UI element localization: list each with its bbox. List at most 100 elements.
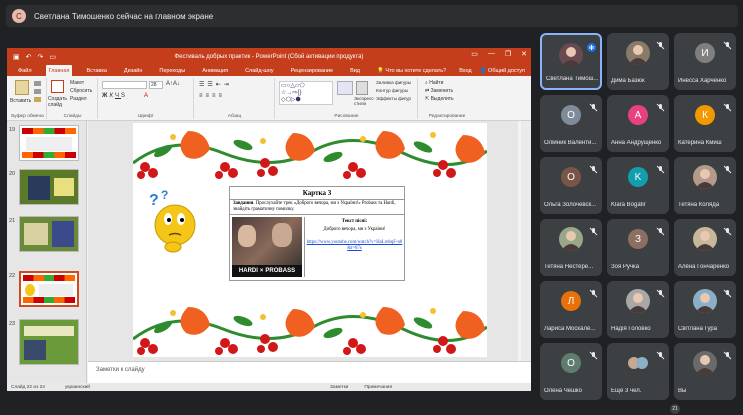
- thumb-number: 19: [9, 127, 16, 133]
- minimize-icon[interactable]: —: [488, 50, 495, 58]
- shape-outline-button[interactable]: Контур фигуры: [376, 88, 408, 93]
- participant-tile[interactable]: О Олена Чешко: [540, 343, 602, 400]
- participant-name: Олійник Валенти...: [544, 140, 597, 146]
- list-buttons-icon[interactable]: ☰☰⇤⇥: [199, 81, 232, 88]
- save-icon[interactable]: ▣: [13, 53, 20, 61]
- close-icon[interactable]: ✕: [521, 50, 527, 58]
- layout-button[interactable]: Макет: [70, 80, 84, 86]
- slide-thumbnail-selected[interactable]: [19, 271, 79, 307]
- participant-avatar: О: [561, 105, 581, 125]
- new-slide-icon[interactable]: [51, 80, 64, 93]
- participant-name: Дима Базюк: [611, 78, 645, 84]
- tab-design[interactable]: Дизайн: [121, 67, 146, 75]
- participant-name: Лариса Москале...: [544, 326, 596, 332]
- replace-button[interactable]: ⇄ Заменить: [425, 88, 453, 94]
- tab-view[interactable]: Вид: [347, 67, 363, 75]
- shape-fill-button[interactable]: Заливка фигуры: [376, 80, 411, 85]
- express-styles-button[interactable]: Экспресс-стили: [354, 96, 375, 106]
- mic-off-icon: [589, 161, 598, 174]
- font-color-icon[interactable]: A: [144, 93, 148, 99]
- participant-tile[interactable]: З Зоя Ручка: [607, 219, 669, 276]
- slide-scrollbar[interactable]: [521, 121, 531, 361]
- video-thumbnail[interactable]: HARDI × PROBASS: [232, 217, 302, 277]
- paste-button[interactable]: Вставить: [10, 98, 31, 104]
- cut-icon[interactable]: [34, 81, 41, 86]
- participant-tile[interactable]: Надія Головко: [607, 281, 669, 338]
- status-bar: Слайд 22 из 24 украинский Заметки Примеч…: [7, 383, 531, 391]
- participant-tile[interactable]: K Klara Bogatir: [607, 157, 669, 214]
- maximize-icon[interactable]: ❐: [505, 50, 511, 58]
- participant-tile[interactable]: Тетяна Нестере...: [540, 219, 602, 276]
- participant-tile[interactable]: И Инесса Харченко: [674, 33, 736, 90]
- participant-name: Олена Чешко: [544, 388, 582, 394]
- format-painter-icon[interactable]: [34, 97, 41, 102]
- slide-thumbnail[interactable]: [19, 319, 79, 365]
- ppt-ribbon-tabs: Файл Главная Вставка Дизайн Переходы Ани…: [7, 65, 531, 76]
- slide-thumbnail[interactable]: [19, 169, 79, 205]
- card-title: Картка 3: [302, 189, 332, 197]
- shape-effects-button[interactable]: Эффекты фигур: [376, 96, 411, 101]
- copy-icon[interactable]: [34, 89, 41, 94]
- participant-tile[interactable]: Тетяна Коляда: [674, 157, 736, 214]
- tab-home[interactable]: Главная: [45, 65, 73, 76]
- mic-off-icon: [656, 347, 665, 360]
- tab-insert[interactable]: Вставка: [83, 67, 109, 75]
- font-grow-icon[interactable]: A↑A↓: [166, 81, 180, 87]
- participant-name: Инесса Харченко: [678, 78, 727, 84]
- new-slide-button[interactable]: Создать слайд: [48, 96, 70, 108]
- participant-photo: [559, 43, 583, 67]
- reset-button[interactable]: Сбросить: [70, 88, 92, 94]
- person-icon: 👤: [479, 67, 487, 74]
- participant-name: Ещё 3 чел.: [611, 388, 642, 394]
- font-name-select[interactable]: [102, 81, 147, 89]
- align-buttons-icon[interactable]: ≡≡≡≡: [199, 93, 225, 99]
- slide-thumbnail[interactable]: [19, 125, 79, 161]
- participant-tile[interactable]: Л Лариса Москале...: [540, 281, 602, 338]
- video-caption-probass: PROBASS: [265, 268, 296, 274]
- svg-text:?: ?: [161, 188, 168, 202]
- share-button[interactable]: 👤 Общий доступ: [480, 68, 525, 74]
- thumb-number: 23: [9, 321, 16, 327]
- arrange-icon[interactable]: [337, 81, 353, 95]
- sign-in-link[interactable]: Вход: [459, 68, 471, 74]
- participant-tile[interactable]: О Олійник Валенти...: [540, 95, 602, 152]
- participant-tile[interactable]: Светлана Тимош...: [540, 33, 602, 90]
- slide-counter: Слайд 22 из 24: [11, 384, 45, 390]
- select-button[interactable]: ⇱ Выделить: [425, 96, 454, 102]
- language-indicator[interactable]: украинский: [65, 385, 90, 390]
- participant-avatar: З: [628, 229, 648, 249]
- notes-pane[interactable]: Заметки к слайду: [88, 361, 531, 383]
- participant-tile[interactable]: Дима Базюк: [607, 33, 669, 90]
- redo-icon[interactable]: ↷: [38, 53, 44, 61]
- tell-me-search[interactable]: 💡 Что вы хотите сделать?: [374, 67, 449, 75]
- slide-thumbnail[interactable]: [19, 216, 79, 252]
- participant-tile[interactable]: Ещё 3 чел.: [607, 343, 669, 400]
- comments-button[interactable]: Примечания: [364, 385, 392, 390]
- tab-slideshow[interactable]: Слайд-шоу: [242, 67, 277, 75]
- participant-tile[interactable]: Алёна Гончаренко: [674, 219, 736, 276]
- participant-tile[interactable]: О Ольга Золочевск...: [540, 157, 602, 214]
- participant-tile[interactable]: А Анна Андрущенко: [607, 95, 669, 152]
- notes-button[interactable]: Заметки: [330, 385, 348, 390]
- tab-animation[interactable]: Анимация: [199, 67, 231, 75]
- participant-tile[interactable]: Світлана Гура: [674, 281, 736, 338]
- font-format-buttons[interactable]: ЖКЧS: [102, 93, 127, 99]
- slide-canvas: ? ? Картка 3 Завдання. Прослухайте трек …: [88, 121, 518, 361]
- undo-icon[interactable]: ↶: [26, 53, 32, 61]
- tab-file[interactable]: Файл: [15, 67, 35, 75]
- paste-icon[interactable]: [15, 80, 29, 95]
- current-slide[interactable]: ? ? Картка 3 Завдання. Прослухайте трек …: [133, 123, 487, 357]
- slideshow-icon[interactable]: ▭: [49, 53, 56, 61]
- ribbon-display-icon[interactable]: ▭: [471, 50, 478, 58]
- shapes-gallery[interactable]: ▭○△▱⬠ ☆→⇨{} ◇⬡▷⬢: [279, 81, 333, 105]
- participant-tile[interactable]: Вы: [674, 343, 736, 400]
- font-size-select[interactable]: 28: [149, 81, 163, 89]
- express-styles-icon[interactable]: [356, 81, 368, 95]
- participant-name: Ольга Золочевск...: [544, 202, 597, 208]
- tab-review[interactable]: Рецензирование: [288, 67, 336, 75]
- youtube-link[interactable]: https://www.youtube.com/watch?v=HaLrebqF…: [305, 240, 404, 252]
- section-button[interactable]: Раздел: [70, 96, 87, 102]
- tab-transitions[interactable]: Переходы: [156, 67, 188, 75]
- participant-tile[interactable]: К Катерина Кмиш: [674, 95, 736, 152]
- find-button[interactable]: ⌕ Найти: [425, 80, 443, 86]
